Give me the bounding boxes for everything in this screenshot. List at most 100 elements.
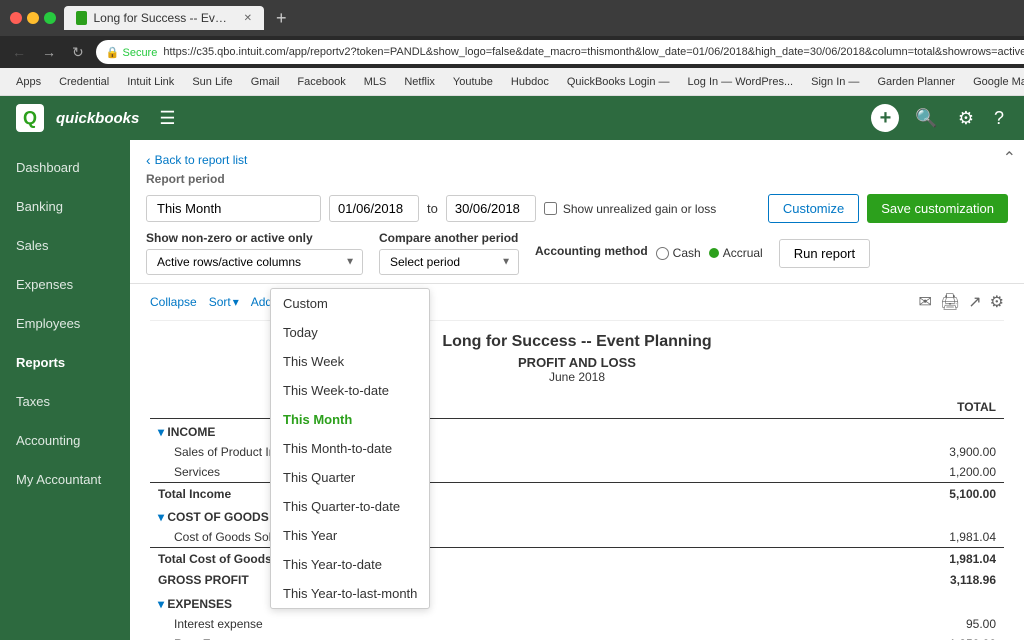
tab-favicon: Q bbox=[76, 11, 87, 25]
qb-logo-icon: Q bbox=[16, 104, 44, 132]
dot-red[interactable] bbox=[10, 12, 22, 24]
accrual-label-text: Accrual bbox=[723, 246, 763, 260]
dropdown-item-this-year-to-last-month[interactable]: This Year-to-last-month bbox=[271, 579, 429, 608]
dropdown-item-this-year[interactable]: This Year bbox=[271, 521, 429, 550]
add-new-btn[interactable]: + bbox=[871, 104, 899, 132]
browser-tab[interactable]: Q Long for Success -- Event Pla... ✕ bbox=[64, 6, 264, 30]
new-tab-btn[interactable]: + bbox=[276, 8, 287, 29]
from-date-input[interactable] bbox=[329, 195, 419, 222]
dropdown-item-this-year-to-date[interactable]: This Year-to-date bbox=[271, 550, 429, 579]
sidebar-item-my-accountant[interactable]: My Accountant bbox=[0, 460, 130, 499]
dropdown-item-this-month-to-date[interactable]: This Month-to-date bbox=[271, 434, 429, 463]
to-date-input[interactable] bbox=[446, 195, 536, 222]
active-rows-select[interactable]: Active rows/active columns All rows/all … bbox=[146, 249, 363, 275]
period-select[interactable]: This Month Custom Today This Week This W… bbox=[146, 195, 321, 222]
sort-btn[interactable]: Sort ▾ bbox=[209, 295, 239, 309]
bookmark-netflix[interactable]: Netflix bbox=[396, 74, 443, 90]
sidebar-item-banking[interactable]: Banking bbox=[0, 187, 130, 226]
bookmark-youtube[interactable]: Youtube bbox=[445, 74, 501, 90]
bookmark-credential[interactable]: Credential bbox=[51, 74, 117, 90]
report-settings-icon[interactable]: ⚙ bbox=[990, 292, 1004, 312]
non-zero-label: Show non-zero or active only bbox=[146, 231, 363, 245]
bookmark-wordpress[interactable]: Log In — WordPres... bbox=[680, 74, 802, 90]
bookmark-apps[interactable]: Apps bbox=[8, 74, 49, 90]
dropdown-item-this-week-to-date[interactable]: This Week-to-date bbox=[271, 376, 429, 405]
sidebar-item-expenses[interactable]: Expenses bbox=[0, 265, 130, 304]
table-header-label bbox=[150, 396, 767, 419]
sidebar-item-taxes[interactable]: Taxes bbox=[0, 382, 130, 421]
show-unrealized-checkbox[interactable] bbox=[544, 202, 557, 215]
tab-title: Long for Success -- Event Pla... bbox=[93, 11, 231, 25]
bookmark-maps[interactable]: Google Maps bbox=[965, 74, 1024, 90]
report-controls: ‹ Back to report list Report period This… bbox=[130, 140, 1024, 284]
dropdown-item-this-week[interactable]: This Week bbox=[271, 347, 429, 376]
income-expand-icon[interactable]: ▾ bbox=[158, 425, 164, 439]
export-icon[interactable]: ↗ bbox=[968, 292, 981, 312]
print-icon[interactable]: 🖨 bbox=[940, 292, 960, 312]
sidebar-item-accounting[interactable]: Accounting bbox=[0, 421, 130, 460]
sidebar-item-employees[interactable]: Employees bbox=[0, 304, 130, 343]
expenses-expand-icon[interactable]: ▾ bbox=[158, 597, 164, 611]
sidebar: Dashboard Banking Sales Expenses Employe… bbox=[0, 140, 130, 640]
dropdown-item-this-quarter-to-date[interactable]: This Quarter-to-date bbox=[271, 492, 429, 521]
refresh-btn[interactable]: ↻ bbox=[68, 42, 88, 63]
collapse-btn[interactable]: Collapse bbox=[150, 295, 197, 309]
back-btn[interactable]: ← bbox=[8, 42, 30, 62]
expenses-header-amount bbox=[767, 591, 1004, 614]
bookmark-signin[interactable]: Sign In — bbox=[803, 74, 867, 90]
back-arrow-icon: ‹ bbox=[146, 152, 151, 168]
bookmark-intuit[interactable]: Intuit Link bbox=[119, 74, 182, 90]
wordpress-label: Log In — WordPres... bbox=[688, 76, 794, 88]
search-icon[interactable]: 🔍 bbox=[911, 104, 941, 133]
table-header-total: TOTAL bbox=[767, 396, 1004, 419]
cash-label-text: Cash bbox=[673, 246, 701, 260]
show-unrealized-label[interactable]: Show unrealized gain or loss bbox=[544, 202, 716, 216]
bookmark-gmail[interactable]: Gmail bbox=[243, 74, 288, 90]
main-content: ‹ Back to report list Report period This… bbox=[130, 140, 1024, 640]
address-input[interactable]: 🔒 Secure https://c35.qbo.intuit.com/app/… bbox=[96, 40, 1024, 64]
save-customization-btn[interactable]: Save customization bbox=[867, 194, 1008, 223]
bookmark-qb-login[interactable]: QuickBooks Login — bbox=[559, 74, 678, 90]
bookmark-facebook[interactable]: Facebook bbox=[289, 74, 353, 90]
total-income-label: Total Income bbox=[150, 483, 767, 505]
tab-close-btn[interactable]: ✕ bbox=[244, 13, 252, 24]
collapse-panel-btn[interactable]: ⌃ bbox=[995, 140, 1024, 176]
apps-label: Apps bbox=[16, 76, 41, 88]
cogs-expand-icon[interactable]: ▾ bbox=[158, 510, 164, 524]
settings-icon[interactable]: ⚙ bbox=[954, 104, 978, 133]
browser-chrome: Q Long for Success -- Event Pla... ✕ + bbox=[0, 0, 1024, 36]
back-to-reports-link[interactable]: ‹ Back to report list bbox=[146, 152, 1008, 168]
bookmark-hubdoc[interactable]: Hubdoc bbox=[503, 74, 557, 90]
qb-login-label: QuickBooks Login — bbox=[567, 76, 670, 88]
rent-expense-amount: 1,250.00 bbox=[767, 634, 1004, 640]
help-icon[interactable]: ? bbox=[990, 104, 1008, 133]
rent-expense-label: Rent Expense bbox=[150, 634, 767, 640]
sidebar-item-sales[interactable]: Sales bbox=[0, 226, 130, 265]
sidebar-item-reports[interactable]: Reports bbox=[0, 343, 130, 382]
accrual-radio-label[interactable]: Accrual bbox=[709, 246, 763, 260]
cash-radio-label[interactable]: Cash bbox=[656, 246, 701, 260]
cash-radio[interactable] bbox=[656, 247, 669, 260]
expenses-label: ▾ EXPENSES bbox=[150, 591, 767, 614]
dropdown-item-this-month[interactable]: This Month bbox=[271, 405, 429, 434]
compare-period-select[interactable]: Select period Previous period Previous y… bbox=[379, 249, 519, 275]
sales-product-amount: 3,900.00 bbox=[767, 442, 1004, 462]
dot-yellow[interactable] bbox=[27, 12, 39, 24]
email-icon[interactable]: ✉ bbox=[919, 292, 932, 312]
bookmark-sunlife[interactable]: Sun Life bbox=[184, 74, 240, 90]
dropdown-item-today[interactable]: Today bbox=[271, 318, 429, 347]
forward-btn[interactable]: → bbox=[38, 42, 60, 62]
dropdown-item-custom[interactable]: Custom bbox=[271, 289, 429, 318]
bookmark-garden[interactable]: Garden Planner bbox=[869, 74, 963, 90]
dot-green[interactable] bbox=[44, 12, 56, 24]
sidebar-item-dashboard[interactable]: Dashboard bbox=[0, 148, 130, 187]
bookmark-mls[interactable]: MLS bbox=[356, 74, 395, 90]
accounting-method-group: Accounting method Cash Accrual bbox=[535, 244, 763, 262]
customize-btn[interactable]: Customize bbox=[768, 194, 859, 223]
hamburger-menu-btn[interactable]: ☰ bbox=[159, 108, 175, 129]
period-dropdown[interactable]: This Month Custom Today This Week This W… bbox=[146, 195, 321, 222]
facebook-label: Facebook bbox=[297, 76, 345, 88]
income-label: ▾ INCOME bbox=[150, 419, 767, 443]
run-report-btn[interactable]: Run report bbox=[779, 239, 870, 268]
dropdown-item-this-quarter[interactable]: This Quarter bbox=[271, 463, 429, 492]
